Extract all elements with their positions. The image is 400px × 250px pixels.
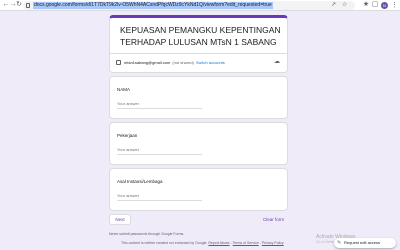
sidepanel-icon[interactable]: ▢ [371,1,379,9]
pencil-icon: ✎ [337,240,342,246]
answer-input-nama[interactable]: Your answer [117,101,202,109]
extensions-icon[interactable]: ★ [362,1,370,9]
more-menu-icon[interactable]: ⋮ [391,1,398,10]
question-card-nama: NAMA Your answer [109,76,288,119]
address-bar[interactable]: docs.google.com/forms/d/1T7DkT9k2lv-O5Wh… [23,1,355,10]
url-text[interactable]: docs.google.com/forms/d/1T7DkT9k2lv-O5Wh… [33,2,273,9]
account-email: mtsn1sabang@gmail.com [124,59,171,65]
share-icon[interactable]: ↗ [331,2,336,9]
browser-toolbar: ← → ↻ docs.google.com/forms/d/1T7DkT9k2l… [0,0,400,11]
question-card-pekerjaan: Pekerjaan Your answer [109,122,288,165]
star-icon[interactable]: ☆ [342,2,347,9]
account-row: mtsn1sabang@gmail.com (not shared) Switc… [116,58,225,66]
question-card-asal-instansi: Asal Instansi/Lembaga Your answer [109,168,288,211]
cloud-saved-icon: ☁ [274,59,280,65]
answer-input-asal-instansi[interactable]: Your answer [117,193,202,201]
switch-accounts-link[interactable]: Switch accounts [196,60,225,65]
header-divider [110,53,287,54]
account-switch-icon [116,59,121,65]
question-label: Pekerjaan [117,133,138,138]
privacy-link[interactable]: Privacy Policy [262,241,284,245]
clear-form-link[interactable]: Clear form [263,217,284,222]
password-notice: Never submit passwords through Google Fo… [109,232,185,236]
profile-avatar[interactable]: N [381,2,388,9]
footer-disclaimer: This content is neither created nor endo… [121,241,208,245]
reload-icon[interactable]: ↻ [15,1,23,9]
terms-link[interactable]: Terms of Service [233,241,259,245]
request-edit-access-button[interactable]: ✎ Request edit access [334,238,396,248]
footer: This content is neither created nor endo… [121,241,284,245]
question-label: Asal Instansi/Lembaga [117,179,163,184]
form-header-card: KEPUASAN PEMANGKU KEPENTINGAN TERHADAP L… [109,15,288,73]
report-abuse-link[interactable]: Report Abuse [208,241,229,245]
question-label: NAMA [117,87,131,92]
answer-input-pekerjaan[interactable]: Your answer [117,147,202,155]
form-title: KEPUASAN PEMANGKU KEPENTINGAN TERHADAP L… [120,25,281,47]
request-edit-label: Request edit access [344,240,381,245]
lock-icon [26,3,30,8]
not-shared-label: (not shared) [172,59,194,65]
next-button[interactable]: Next [109,214,131,225]
